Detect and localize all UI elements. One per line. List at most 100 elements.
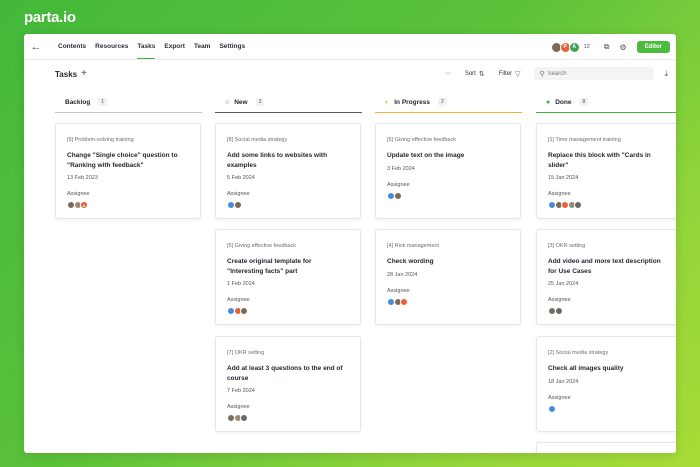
card-assignee-avatars [387,297,509,306]
card-assignee-avatars [227,414,349,422]
card-assignee-avatars [227,201,349,209]
column-new: ○ New 3 [8] Social media strategy Add some l… [215,92,362,453]
card-due-date: 1 Feb 2024 [227,281,255,287]
column-in-progress: ◐ In Progress 2 [6] Giving effective feedba… [375,92,522,453]
card-assignee-avatars [387,191,509,200]
card-due-date: 7 Feb 2024 [227,388,255,394]
tab-contents[interactable]: Contents [58,34,86,59]
copy-icon[interactable]: ⧉ [604,42,610,52]
column-header: ◐ In Progress 2 [375,92,522,113]
page-title: Tasks [55,70,78,79]
card-title: Change "Single choice" question to "Rank… [67,152,178,169]
search-box[interactable]: ⚲ [534,67,655,80]
avatar [240,307,248,315]
column-count: 1 [98,98,108,106]
sort-button[interactable]: Sort ⇅ [465,70,485,78]
task-card[interactable]: [6] Giving effective feedback Update text… [375,123,521,219]
column-title: In Progress [394,98,430,106]
column-title: Backlog [65,98,91,106]
tab-export[interactable]: Export [164,34,185,59]
search-input[interactable] [547,70,643,77]
status-icon: ◐ [385,98,390,106]
avatar: A [568,41,580,53]
tab-team[interactable]: Team [194,34,211,59]
card-title: Add video and more text description for … [548,258,661,275]
card-course-tag: [4] Risk management [387,243,439,249]
avatar [548,404,556,413]
kanban-board: Backlog 1 [9] Problem-solving training Chan… [55,92,676,453]
arrow-left-icon[interactable]: ← [24,41,48,53]
card-title: Update text on the image [387,152,465,159]
header-right: PA 12 ⧉ ⚙ Editor [550,34,670,60]
card-course-tag: [7] OKR setting [227,350,265,356]
column-done: ● Done 8 [1] Time management training Replac… [536,92,676,453]
toolbar-tools: ⋯ Sort ⇅ Filter ▽ ⚲ ⤓ [445,67,668,80]
task-card[interactable] [536,442,676,453]
column-title: Done [555,98,572,106]
member-avatars[interactable]: PA [550,41,580,53]
settings-icon[interactable]: ⚙ [619,43,626,52]
board-toolbar: Tasks + ⋯ Sort ⇅ Filter ▽ ⚲ ⤓ [24,60,676,90]
tab-tasks[interactable]: Tasks [137,34,155,59]
avatar: A [80,201,88,209]
column-count: 3 [255,98,265,106]
task-card[interactable]: [8] Social media strategy Add some links … [215,123,361,219]
task-card[interactable]: [2] Social media strategy Check all image… [536,336,676,432]
card-title: Add at least 3 questions to the end of c… [227,365,343,382]
card-title: Check all images quality [548,365,624,372]
task-card[interactable]: [1] Time management training Replace this… [536,123,676,219]
card-due-date: 18 Jan 2024 [548,378,579,385]
card-assignee-label: Assignee [387,181,410,188]
task-card[interactable]: [3] OKR setting Add video and more text d… [536,229,676,325]
task-card[interactable]: [9] Problem-solving training Change "Sing… [55,123,201,219]
filter-icon: ▽ [515,70,521,78]
top-nav: ← Contents Resources Tasks Export Team Settin… [24,34,676,60]
card-due-date: 3 Feb 2024 [387,165,415,172]
column-count: 8 [579,98,589,106]
sort-icon: ⇅ [478,70,485,78]
column-title: New [234,98,248,106]
task-card[interactable]: [4] Risk management Check wording 28 Jan 2… [375,229,521,325]
member-count: 12 [583,44,590,50]
column-count: 2 [438,98,447,106]
card-due-date: 5 Feb 2024 [227,175,255,181]
avatar [393,191,402,200]
card-assignee-avatars [227,307,349,315]
card-title: Replace this block with "Cards in slider… [548,152,651,169]
task-card[interactable]: [7] OKR setting Add at least 3 questions … [215,336,361,432]
column-header: ○ New 3 [215,92,362,113]
editor-button[interactable]: Editor [636,41,670,53]
filter-button[interactable]: Filter ▽ [499,70,521,78]
card-title: Create original template for "Interestin… [227,258,312,275]
plus-icon[interactable]: + [81,68,87,79]
status-icon: ● [546,98,551,106]
download-icon[interactable]: ⤓ [664,69,668,79]
tab-resources[interactable]: Resources [95,34,128,59]
column-header: Backlog 1 [55,92,202,113]
card-assignee-label: Assignee [548,394,571,401]
task-card[interactable]: [5] Giving effective feedback Create orig… [215,229,361,325]
card-assignee-label: Assignee [227,191,250,197]
column-backlog: Backlog 1 [9] Problem-solving training Chan… [55,92,202,453]
card-due-date: 15 Jan 2024 [548,175,579,181]
tab-settings[interactable]: Settings [219,34,245,59]
card-due-date: 13 Feb 2023 [67,175,98,181]
card-assignee-label: Assignee [227,404,250,410]
app-window: ← Contents Resources Tasks Export Team Settin… [24,34,676,453]
card-course-tag: [9] Problem-solving training [67,137,134,143]
column-header: ● Done 8 [536,92,676,113]
sort-label: Sort [464,70,476,77]
search-icon: ⚲ [539,70,545,78]
avatar [574,201,582,209]
card-assignee-avatars: A [67,201,189,209]
card-due-date: 28 Jan 2024 [387,271,418,278]
card-assignee-label: Assignee [67,191,90,197]
card-assignee-label: Assignee [548,297,571,303]
brand-logo: parta.io [24,9,76,26]
more-icon[interactable]: ⋯ [445,70,451,77]
card-course-tag: [3] OKR setting [548,243,586,249]
card-assignee-label: Assignee [227,297,250,303]
card-assignee-label: Assignee [548,191,571,197]
card-title: Add some links to websites with examples [227,152,328,169]
card-course-tag: [5] Giving effective feedback [227,243,296,249]
